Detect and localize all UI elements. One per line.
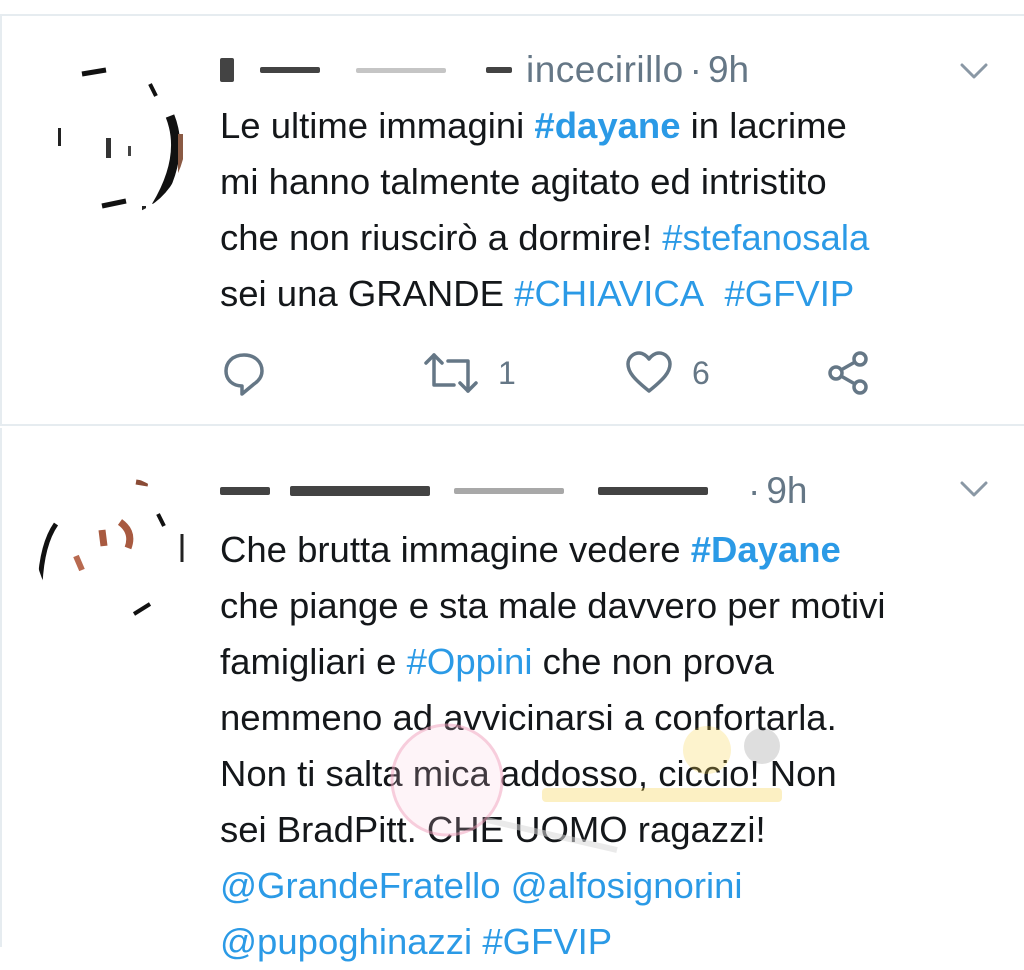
retweet-button[interactable]: 1 <box>422 348 516 398</box>
hashtag[interactable]: #GFVIP <box>724 273 854 314</box>
reply-button[interactable] <box>220 348 268 398</box>
mention[interactable]: @GrandeFratello <box>220 865 501 906</box>
tweet-actions: 1 6 <box>220 348 940 398</box>
chevron-down-icon[interactable] <box>960 62 988 80</box>
mention[interactable]: @pupoghinazzi <box>220 921 472 962</box>
share-button[interactable] <box>824 348 872 398</box>
separator: · <box>748 470 761 511</box>
heart-icon <box>626 351 672 393</box>
redacted-name <box>598 487 708 495</box>
hashtag[interactable]: #Oppini <box>407 641 533 682</box>
tweet-header: · 9h <box>220 470 807 512</box>
hashtag[interactable]: #stefanosala <box>662 217 869 258</box>
redacted-name <box>260 67 320 73</box>
share-icon <box>828 351 868 395</box>
hashtag[interactable]: #Dayane <box>691 529 841 570</box>
tweet-card[interactable]: · 9h Che brutta immagine vedere #Dayane … <box>0 428 1024 962</box>
redacted-name <box>220 58 234 82</box>
handle[interactable]: incecirillo <box>526 49 684 91</box>
timestamp[interactable]: 9h <box>708 49 749 91</box>
redacted-name <box>290 486 430 496</box>
mention[interactable]: @alfosignorini <box>511 865 743 906</box>
tweet-header: incecirillo · 9h <box>220 49 749 91</box>
redacted-name <box>220 487 270 495</box>
chevron-down-icon[interactable] <box>960 480 988 498</box>
hashtag[interactable]: #GFVIP <box>482 921 612 962</box>
avatar[interactable] <box>36 474 186 624</box>
tweet-card[interactable]: incecirillo · 9h Le ultime immagini #day… <box>0 16 1024 426</box>
redacted-name <box>356 67 446 73</box>
separator: · <box>689 49 702 90</box>
like-button[interactable]: 6 <box>624 348 710 398</box>
avatar[interactable] <box>46 56 186 216</box>
retweet-count: 1 <box>498 354 516 391</box>
hashtag[interactable]: #CHIAVICA <box>514 273 704 314</box>
hashtag[interactable]: #dayane <box>534 105 680 146</box>
retweet-icon <box>424 353 478 393</box>
redacted-name <box>486 67 512 73</box>
timestamp[interactable]: 9h <box>766 470 807 512</box>
like-count: 6 <box>692 354 710 391</box>
tweet-text: Che brutta immagine vedere #Dayane che p… <box>220 529 886 962</box>
redacted-name <box>454 488 564 494</box>
reply-icon <box>224 353 264 396</box>
tweet-text: Le ultime immagini #dayane in lacrime mi… <box>220 105 870 314</box>
